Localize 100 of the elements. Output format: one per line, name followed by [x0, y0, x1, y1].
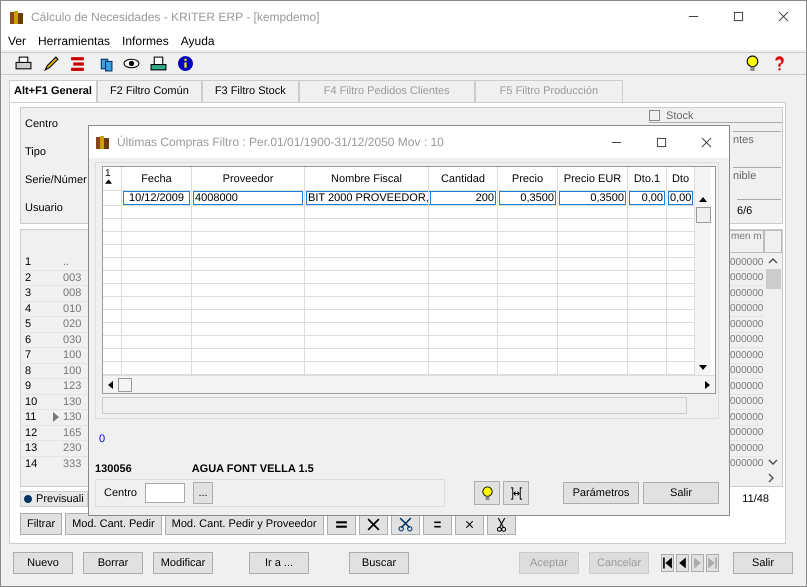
column-header[interactable]: Nombre Fiscal [304, 167, 428, 190]
table-cell-text: .. [63, 256, 70, 268]
arrow-up-icon[interactable] [699, 197, 707, 202]
table-cell: 0,3500 [559, 191, 626, 205]
table-icon[interactable] [69, 55, 86, 72]
menu-item[interactable]: Herramientas [38, 34, 110, 48]
table-cell-text: 000000 [729, 318, 764, 330]
printer-icon[interactable] [15, 55, 32, 72]
column-header[interactable]: Precio EUR [557, 167, 627, 190]
table-cell-text: 000000 [729, 396, 764, 408]
table-cell: 200 [430, 191, 496, 205]
table-cell-text: 100 [63, 349, 82, 362]
column-header[interactable]: Precio [497, 167, 557, 190]
command-button[interactable]: Modificar [153, 552, 213, 574]
command-button[interactable]: Buscar [349, 552, 409, 574]
row-number: 9 [24, 380, 32, 392]
field-label: Centro [25, 118, 60, 132]
column-header[interactable]: Dto.1 [627, 167, 666, 190]
tab[interactable]: Alt+F1 General [9, 80, 97, 102]
chevron-down-icon[interactable] [768, 459, 778, 465]
arrow-right-icon[interactable] [705, 380, 710, 388]
row-number: 12 [24, 426, 38, 439]
cross-icon [366, 516, 381, 532]
scrollbar[interactable] [694, 167, 711, 375]
table-cell-text: 333 [63, 458, 82, 470]
command-button[interactable]: Borrar [83, 552, 143, 574]
table-cell-text: 030 [63, 334, 82, 346]
menu-item[interactable]: Ver [8, 34, 26, 48]
action-button[interactable]: Mod. Cant. Pedir [65, 513, 162, 535]
table-cell: 0,00 [668, 191, 694, 205]
radio-button[interactable] [24, 495, 32, 503]
product-code: 130056 [95, 463, 132, 475]
maximize-icon[interactable] [656, 136, 667, 148]
row-pointer-icon [53, 412, 59, 422]
close-icon[interactable] [701, 136, 712, 148]
tab[interactable]: F3 Filtro Stock [202, 80, 299, 102]
menu-item[interactable]: Informes [122, 34, 169, 48]
scrollbar-thumb[interactable] [696, 207, 710, 223]
lightbulb-icon [480, 486, 494, 500]
table-cell-text: 008 [63, 287, 82, 300]
command-button[interactable]: Ir a ... [249, 552, 309, 574]
table-cell-text: 000000 [729, 334, 764, 346]
chevron-right-icon[interactable] [768, 473, 774, 483]
fit-columns-button[interactable] [503, 481, 529, 505]
lightbulb-button[interactable] [474, 481, 500, 505]
table-cell-text: 230 [63, 442, 82, 454]
row-number: 2 [24, 272, 32, 284]
table-cell-text: 000000 [729, 288, 764, 299]
maximize-icon[interactable] [733, 11, 744, 22]
table-cell: 0,3500 [499, 191, 556, 205]
close-icon[interactable] [778, 11, 789, 22]
table-cell: 4008000 [193, 191, 303, 205]
dialog-title: Últimas Compras Filtro : Per.01/01/1900-31/12/2050 Mov : 10 [117, 135, 444, 149]
table-cell: 0,00 [629, 191, 665, 205]
table-cell: 10/12/2009 [123, 191, 190, 205]
action-button[interactable]: Filtrar [20, 513, 62, 535]
field-label: Serie/Númer [25, 174, 87, 188]
group-label: ntes [733, 131, 781, 159]
first-record-icon[interactable] [661, 554, 674, 572]
column-width-icon [508, 486, 524, 500]
checkbox[interactable] [649, 110, 660, 121]
chevron-up-icon[interactable] [768, 258, 778, 264]
table-cell-text: 010 [63, 302, 82, 315]
dialog-button[interactable]: Parámetros [563, 482, 639, 504]
sort-corner[interactable]: 1 [103, 167, 121, 190]
sort-up-icon [105, 179, 112, 184]
field-label: Usuario [25, 202, 64, 216]
browse-button[interactable]: ... [193, 482, 214, 504]
table-cell-text: 165 [63, 426, 82, 439]
dialog-button[interactable]: Salir [643, 482, 719, 504]
centro-field[interactable] [145, 483, 186, 503]
printer-icon[interactable] [150, 55, 167, 72]
radio-option[interactable]: Previsuali [20, 491, 88, 507]
command-button[interactable]: Nuevo [13, 552, 73, 574]
scrollbar[interactable] [103, 375, 715, 393]
scrollbar-thumb[interactable] [766, 269, 780, 289]
row-number: 1 [24, 256, 32, 268]
exit-button[interactable]: Salir [733, 552, 793, 574]
scrollbar-thumb[interactable] [118, 378, 132, 392]
column-header[interactable]: Cantidad [428, 167, 497, 190]
previous-record-icon[interactable] [676, 554, 689, 572]
arrow-down-icon[interactable] [699, 365, 707, 370]
window-title: Cálculo de Necesidades - KRITER ERP - [kempdemo] [31, 10, 320, 24]
arrow-left-icon[interactable] [108, 380, 113, 388]
field-label: Tipo [25, 146, 47, 160]
product-name: AGUA FONT VELLA 1.5 [192, 463, 314, 475]
tab[interactable]: F2 Filtro Común [96, 80, 202, 102]
pencil-icon[interactable] [42, 55, 59, 72]
table-cell-text: 000000 [729, 412, 764, 423]
lightbulb-icon[interactable] [744, 55, 761, 72]
table-cell-text: 123 [63, 380, 82, 392]
table-cell: BIT 2000 PROVEEDOR, [306, 191, 431, 205]
row-number: 4 [24, 302, 32, 315]
info-icon[interactable] [177, 55, 194, 72]
column-header[interactable]: Fecha [121, 167, 191, 190]
column-header[interactable]: Proveedor [191, 167, 304, 190]
table-cell-text: 000000 [729, 350, 764, 361]
menu-item[interactable]: Ayuda [180, 34, 215, 48]
table-cell-text: 000000 [729, 380, 764, 392]
row-number: 7 [24, 349, 32, 362]
